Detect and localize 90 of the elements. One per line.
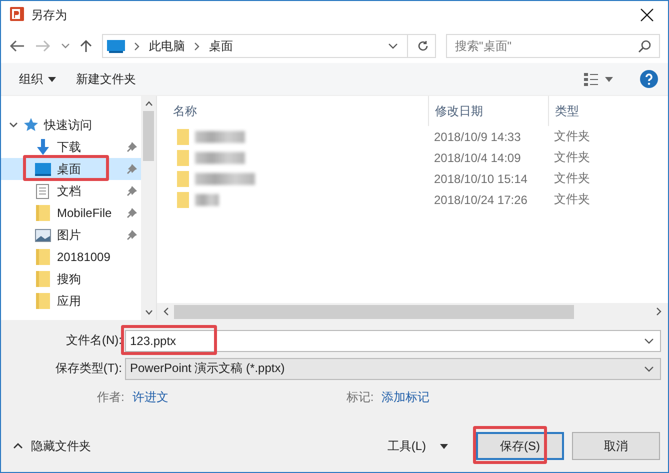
sidebar-item[interactable]: 文档	[1, 180, 141, 202]
scrollbar[interactable]	[141, 96, 156, 320]
caret-icon	[440, 444, 448, 448]
field-label: 保存类型(T):	[54, 360, 123, 377]
folder-icon	[177, 150, 189, 166]
type-cell-text: 文件夹	[553, 149, 591, 166]
date-cell-text: 2018/10/4 14:09	[433, 150, 522, 164]
sidebar-group[interactable]: 快速访问	[44, 116, 92, 134]
folder-icon	[36, 249, 50, 265]
sidebar-item-label: 文档	[57, 182, 81, 200]
back-icon[interactable]	[9, 40, 25, 52]
scrollbar[interactable]	[157, 303, 668, 320]
chevron-down-icon[interactable]	[644, 338, 654, 344]
document-icon	[36, 184, 49, 198]
blurred-name	[195, 172, 255, 184]
folder-icon	[36, 205, 50, 221]
chevron-right-icon	[194, 42, 200, 50]
field-label: 文件名(N):	[65, 332, 123, 349]
folder-icon	[36, 271, 50, 287]
folder-icon	[177, 192, 189, 208]
view-options-icon[interactable]	[584, 72, 614, 86]
address-bar[interactable]: 此电脑 桌面	[102, 34, 436, 58]
breadcrumb[interactable]: 此电脑	[149, 38, 185, 54]
blurred-name	[195, 152, 245, 164]
sidebar-item-label: MobileFile	[57, 206, 112, 220]
search-field[interactable]: 搜索"桌面"	[446, 34, 660, 58]
sidebar-item[interactable]: 桌面	[1, 158, 141, 180]
sidebar-item-label: 搜狗	[57, 270, 81, 288]
column-header[interactable]: 类型	[548, 96, 668, 126]
scroll-down-icon[interactable]	[144, 310, 152, 315]
organize-button[interactable]: 组织	[13, 68, 62, 90]
help-icon[interactable]	[640, 70, 658, 88]
sidebar-item[interactable]: 20181009	[1, 246, 141, 268]
search-icon	[638, 40, 651, 53]
monitor-icon	[107, 39, 125, 53]
type-cell-text: 文件夹	[553, 170, 591, 187]
column-header[interactable]: 修改日期	[428, 96, 548, 126]
file-type-dropdown[interactable]: PowerPoint 演示文稿 (*.pptx)	[125, 358, 661, 380]
sidebar-item[interactable]: 应用	[1, 290, 141, 312]
column-header[interactable]: 名称	[157, 96, 428, 126]
add-tags-link[interactable]: 添加标记	[382, 388, 430, 406]
sidebar-item-label: 应用	[57, 292, 81, 310]
scroll-right-icon[interactable]	[656, 307, 662, 316]
folder-icon	[177, 170, 189, 186]
download-icon	[34, 139, 50, 155]
type-cell-text: 文件夹	[553, 128, 591, 145]
new-folder-button[interactable]: 新建文件夹	[70, 68, 142, 90]
window-title: 另存为	[31, 6, 67, 24]
caret-icon	[48, 76, 56, 82]
blurred-name	[195, 130, 245, 142]
date-cell-text: 2018/10/10 15:14	[433, 172, 528, 186]
sidebar-item-label: 桌面	[57, 160, 81, 178]
dialog-button[interactable]: 保存(S)	[476, 432, 564, 460]
folder-icon	[177, 128, 189, 144]
expand-icon[interactable]	[9, 122, 18, 128]
sidebar-item-label: 图片	[57, 226, 81, 244]
scroll-up-icon[interactable]	[144, 101, 152, 106]
sidebar-item[interactable]: 图片	[1, 224, 141, 246]
up-icon[interactable]	[80, 39, 92, 53]
chevron-down-icon[interactable]	[388, 43, 398, 49]
chevron-down-icon[interactable]	[644, 366, 654, 372]
close-icon[interactable]	[640, 8, 654, 22]
filename-field[interactable]: 123.pptx	[125, 330, 661, 352]
scrollbar-thumb[interactable]	[174, 304, 574, 318]
blurred-name	[195, 194, 219, 206]
picture-icon	[34, 228, 50, 242]
scrollbar-thumb[interactable]	[143, 111, 154, 161]
scroll-left-icon[interactable]	[163, 307, 169, 316]
breadcrumb[interactable]: 桌面	[209, 38, 233, 54]
hide-folders-button[interactable]: 隐藏文件夹	[13, 438, 91, 454]
dialog-button[interactable]: 取消	[572, 432, 660, 460]
sidebar-item[interactable]: 搜狗	[1, 268, 141, 290]
sidebar-item[interactable]: MobileFile	[1, 202, 141, 224]
monitor-icon	[34, 162, 50, 176]
refresh-icon[interactable]	[417, 40, 429, 52]
type-cell-text: 文件夹	[553, 191, 591, 208]
chevron-down-icon[interactable]	[61, 43, 70, 49]
tools-button[interactable]: 工具(L)	[381, 436, 454, 456]
sidebar-item[interactable]: 下载	[1, 136, 141, 158]
chevron-up-icon	[13, 443, 23, 449]
folder-icon	[36, 293, 50, 309]
date-cell-text: 2018/10/24 17:26	[433, 192, 528, 206]
field-label: 作者:	[97, 388, 124, 406]
chevron-right-icon	[134, 42, 140, 50]
field-label: 标记:	[346, 388, 374, 406]
sidebar-item-label: 下载	[57, 138, 81, 156]
date-cell-text: 2018/10/9 14:33	[433, 130, 522, 144]
star-icon	[24, 118, 38, 132]
author-link[interactable]: 许进文	[132, 388, 168, 406]
sidebar-item-label: 20181009	[57, 250, 110, 264]
